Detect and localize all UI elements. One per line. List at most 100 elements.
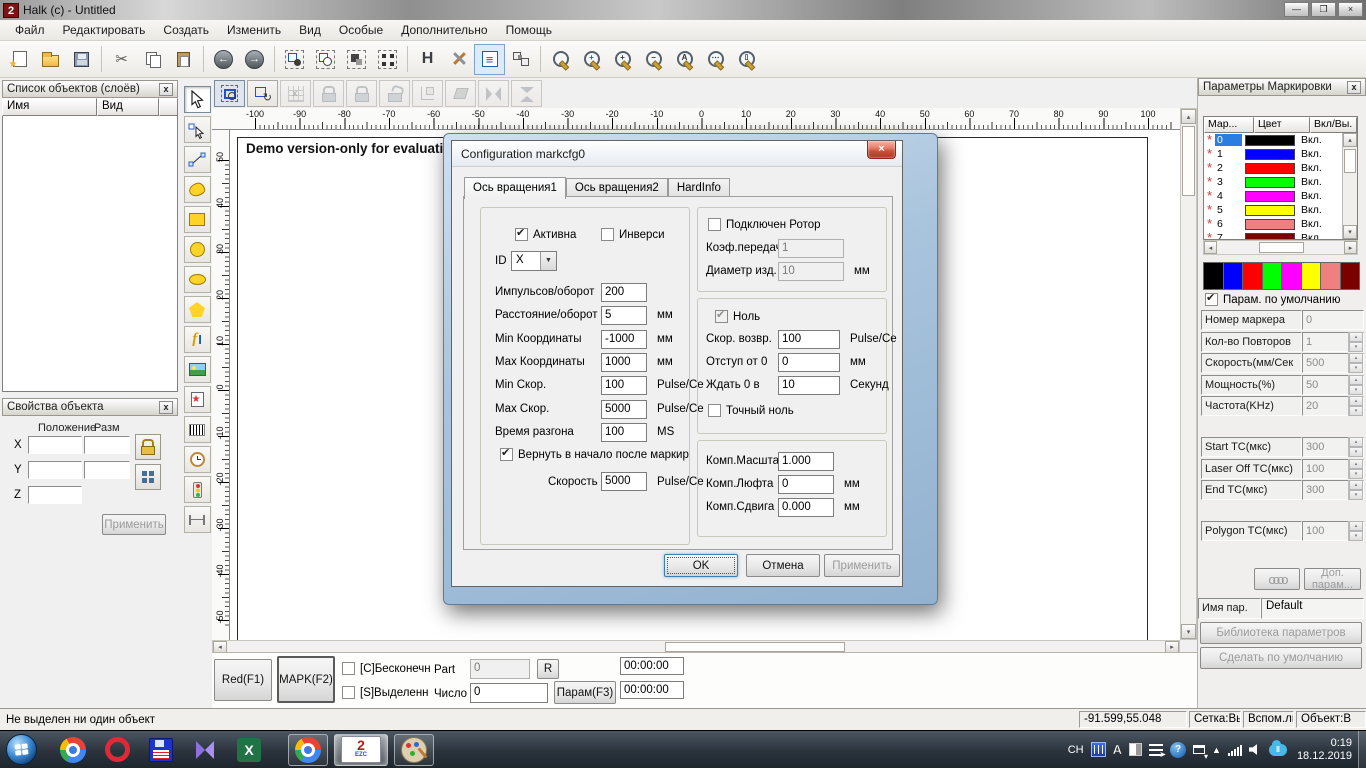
column-view[interactable]: Вид	[97, 98, 159, 116]
zoom-page-button[interactable]	[731, 44, 762, 75]
param-value-field[interactable]: 100 ▴ ▾	[1302, 521, 1364, 541]
select-tool[interactable]	[183, 86, 211, 113]
show-desktop-button[interactable]	[1358, 730, 1366, 768]
mirror-v-button[interactable]	[511, 80, 542, 107]
return-to-start-checkbox[interactable]: Вернуть в начало после маркир	[500, 446, 689, 461]
cloud-icon[interactable]	[1268, 739, 1287, 756]
spin-down-icon[interactable]: ▾	[1349, 490, 1363, 500]
scroll-right-icon[interactable]: ▸	[1344, 241, 1357, 254]
param-library-button[interactable]: Библиотека параметров	[1200, 622, 1362, 644]
palette-swatch-5[interactable]	[1300, 262, 1321, 290]
param-value-field[interactable]: 300 ▴ ▾	[1302, 480, 1364, 500]
field-input[interactable]: -1000	[601, 329, 647, 349]
maximize-button[interactable]: ❐	[1311, 2, 1336, 17]
object-list-button[interactable]	[474, 43, 505, 75]
guide-status[interactable]: Вспом.ли	[1243, 711, 1294, 728]
combine-button[interactable]	[341, 44, 372, 75]
scroll-thumb[interactable]	[1344, 149, 1356, 173]
field-input[interactable]: 1	[778, 239, 844, 258]
palette-swatch-2[interactable]	[1242, 262, 1263, 290]
close-icon[interactable]: x	[159, 400, 173, 414]
menu-item-1[interactable]: Редактировать	[54, 21, 155, 39]
options-button[interactable]	[443, 44, 474, 75]
default-params-checkbox[interactable]: Парам. по умолчанию	[1205, 291, 1340, 306]
square-icon[interactable]	[1129, 743, 1143, 756]
object-status[interactable]: Объект:В	[1296, 711, 1366, 728]
menu-item-2[interactable]: Создать	[154, 21, 218, 39]
spin-up-icon[interactable]: ▴	[1349, 458, 1363, 469]
column-name[interactable]: Имя	[2, 98, 97, 116]
spinner[interactable]: ▴ ▾	[1348, 480, 1363, 500]
scroll-up-icon[interactable]: ▴	[1343, 133, 1357, 147]
scroll-thumb[interactable]	[1259, 242, 1304, 253]
spin-up-icon[interactable]: ▴	[1349, 480, 1363, 490]
scroll-thumb[interactable]	[665, 642, 845, 652]
field-input[interactable]: 100	[601, 376, 647, 396]
line-tool[interactable]	[183, 146, 211, 173]
bitmap-tool[interactable]	[183, 356, 211, 383]
ok-button[interactable]: OK	[664, 554, 738, 577]
copy-button[interactable]	[137, 44, 168, 75]
vertical-scrollbar[interactable]: ▴ ▾	[1180, 108, 1197, 640]
help-icon[interactable]: ?	[1170, 741, 1187, 758]
speed-icon[interactable]	[1090, 742, 1106, 757]
spinner[interactable]: ▴ ▾	[1348, 353, 1363, 373]
part-field[interactable]: 0	[470, 659, 530, 679]
dialog-title-bar[interactable]: Configuration markcfg0	[452, 141, 902, 167]
field-input[interactable]: 200	[601, 283, 647, 302]
spinner[interactable]: ▴ ▾	[1348, 458, 1363, 479]
menu-item-5[interactable]: Особые	[330, 21, 392, 39]
lock-button[interactable]	[313, 80, 344, 107]
spin-down-icon[interactable]: ▾	[1349, 406, 1363, 416]
rotor-checkbox[interactable]: Подключен Ротор	[708, 218, 821, 231]
count-field[interactable]: 0	[470, 683, 548, 703]
param-value-field[interactable]: 100 ▴ ▾	[1302, 458, 1364, 479]
pen-row-5[interactable]: * 5 Вкл.	[1204, 203, 1342, 217]
excel-launcher[interactable]: X	[234, 735, 264, 765]
spacing-tool[interactable]	[183, 506, 211, 533]
object-list[interactable]	[2, 116, 178, 392]
field-input[interactable]: 5	[601, 306, 647, 326]
paste-button[interactable]	[168, 44, 199, 75]
taskbar-app-chrome[interactable]	[288, 733, 328, 766]
close-icon[interactable]: x	[1347, 80, 1361, 94]
field-input[interactable]: 1000	[601, 352, 647, 372]
exact-zero-checkbox[interactable]: Точный ноль	[708, 404, 794, 417]
palette-swatch-1[interactable]	[1222, 262, 1243, 290]
spin-down-icon[interactable]: ▾	[1349, 341, 1363, 352]
opera-launcher[interactable]	[102, 735, 132, 765]
floppy-launcher[interactable]	[146, 735, 176, 765]
menu-item-6[interactable]: Дополнительно	[392, 21, 496, 39]
rect-tool[interactable]	[183, 206, 211, 233]
spinner[interactable]: ▴ ▾	[1348, 331, 1363, 352]
menu-item-7[interactable]: Помощь	[497, 21, 561, 39]
tab-2[interactable]: HardInfo	[667, 178, 730, 197]
ungroup-button[interactable]	[310, 44, 341, 75]
dialog-close-icon[interactable]: ×	[867, 141, 896, 159]
circle-tool[interactable]	[183, 236, 211, 263]
menu-item-3[interactable]: Изменить	[218, 21, 290, 39]
undo-button[interactable]	[208, 44, 239, 75]
menu-item-4[interactable]: Вид	[290, 21, 330, 39]
cut-button[interactable]	[106, 44, 137, 75]
pen-row-3[interactable]: * 3 Вкл.	[1204, 175, 1342, 189]
reset-part-button[interactable]: R	[537, 659, 559, 679]
start-button[interactable]	[6, 734, 37, 765]
lock-aspect-button[interactable]	[135, 434, 161, 460]
pen-row-7[interactable]: * 7 Вкл.	[1204, 231, 1342, 239]
tab-0[interactable]: Ось вращения1	[464, 177, 566, 199]
scroll-thumb[interactable]	[1182, 126, 1195, 196]
text-cursor-icon[interactable]	[1149, 743, 1166, 759]
palette-swatch-0[interactable]	[1203, 262, 1224, 290]
pen-row-4[interactable]: * 4 Вкл.	[1204, 189, 1342, 203]
up-arrow-icon[interactable]: ▲	[1212, 745, 1221, 755]
y-position-field[interactable]	[28, 461, 82, 479]
red-light-button[interactable]: Red(F1)	[214, 659, 272, 701]
param-name-value[interactable]: Default	[1261, 598, 1364, 619]
palette-swatch-3[interactable]	[1261, 262, 1282, 290]
save-button[interactable]	[66, 44, 97, 75]
chevron-down-icon[interactable]: ▼	[540, 252, 556, 270]
palette-swatch-7[interactable]	[1339, 262, 1360, 290]
new-button[interactable]	[4, 44, 35, 75]
taskbar-app-ezcad[interactable]: 2 EZC	[334, 733, 388, 766]
